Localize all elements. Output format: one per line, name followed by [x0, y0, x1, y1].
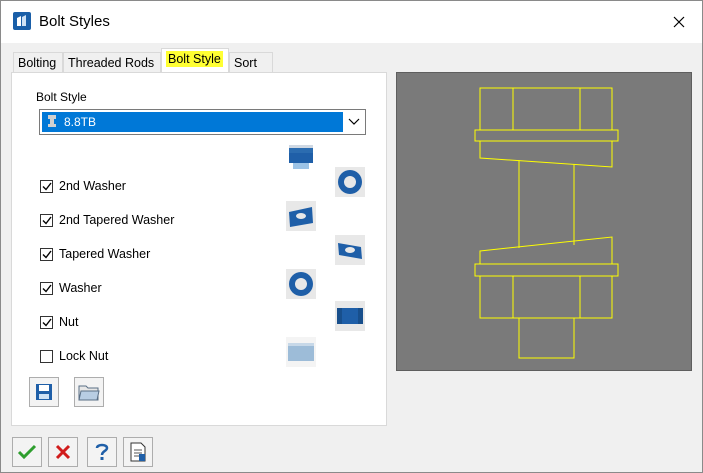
bolt-style-dropdown[interactable]: 8.8TB — [39, 109, 366, 135]
cancel-button[interactable] — [48, 437, 78, 467]
tab-threaded-rods[interactable]: Threaded Rods — [63, 52, 161, 73]
chevron-down-icon — [348, 118, 360, 125]
check-icon — [42, 216, 52, 225]
label-tapered-washer: Tapered Washer — [59, 247, 151, 261]
red-x-icon — [55, 444, 71, 460]
app-logo-icon — [13, 12, 31, 30]
washer-2nd-icon — [335, 167, 365, 197]
option-2nd-tapered-washer[interactable]: 2nd Tapered Washer — [40, 211, 174, 229]
washer-icon — [286, 269, 316, 299]
checkbox-nut[interactable] — [40, 315, 53, 329]
checkbox-lock-nut[interactable] — [40, 349, 53, 363]
check-icon — [42, 182, 52, 191]
bolt-styles-dialog: Bolt Styles Bolting Threaded Rods Bolt S… — [0, 0, 703, 473]
tab-bolt-style[interactable]: Bolt Style — [161, 48, 229, 73]
label-2nd-tapered-washer: 2nd Tapered Washer — [59, 213, 175, 227]
save-icon — [36, 384, 52, 400]
option-nut[interactable]: Nut — [40, 313, 78, 331]
dropdown-selection: 8.8TB — [42, 112, 343, 132]
help-icon — [95, 443, 109, 460]
bolt-preview-drawing — [474, 87, 619, 359]
save-button[interactable] — [29, 377, 59, 407]
bolt-icon — [48, 115, 56, 127]
option-tapered-washer[interactable]: Tapered Washer — [40, 245, 150, 263]
check-icon — [42, 284, 52, 293]
close-icon — [673, 16, 685, 28]
check-icon — [42, 318, 52, 327]
report-button[interactable] — [123, 437, 153, 467]
checkbox-washer[interactable] — [40, 281, 53, 295]
label-washer: Washer — [59, 281, 102, 295]
nut-top-icon — [289, 145, 313, 169]
checkbox-tapered-washer[interactable] — [40, 247, 53, 261]
tab-threaded-rods-label: Threaded Rods — [68, 56, 155, 70]
help-button[interactable] — [87, 437, 117, 467]
checkbox-2nd-tapered-washer[interactable] — [40, 213, 53, 227]
check-icon — [42, 250, 52, 259]
bolt-preview — [396, 72, 692, 371]
tapered-washer-icon — [335, 235, 365, 265]
checkbox-2nd-washer[interactable] — [40, 179, 53, 193]
tab-bolt-style-label: Bolt Style — [166, 51, 223, 67]
green-check-icon — [17, 444, 37, 460]
selected-bolt-style: 8.8TB — [64, 115, 97, 129]
lock-nut-icon — [286, 337, 316, 367]
label-2nd-washer: 2nd Washer — [59, 179, 126, 193]
tab-sort[interactable]: Sort — [229, 52, 273, 73]
option-lock-nut[interactable]: Lock Nut — [40, 347, 108, 365]
ok-button[interactable] — [12, 437, 42, 467]
nut-icon — [335, 301, 365, 331]
tapered-washer-2nd-icon — [286, 201, 316, 231]
option-2nd-washer[interactable]: 2nd Washer — [40, 177, 126, 195]
tab-bolting-label: Bolting — [18, 56, 57, 70]
label-lock-nut: Lock Nut — [59, 349, 109, 363]
document-icon — [130, 442, 146, 462]
open-folder-icon — [78, 385, 100, 401]
close-button[interactable] — [656, 1, 702, 43]
tab-sort-label: Sort — [234, 56, 257, 70]
window-title: Bolt Styles — [39, 13, 110, 30]
open-button[interactable] — [74, 377, 104, 407]
title-bar: Bolt Styles — [1, 1, 702, 43]
label-nut: Nut — [59, 315, 79, 329]
option-washer[interactable]: Washer — [40, 279, 102, 297]
tab-bolting[interactable]: Bolting — [13, 52, 63, 73]
bolt-style-label: Bolt Style — [36, 90, 87, 104]
